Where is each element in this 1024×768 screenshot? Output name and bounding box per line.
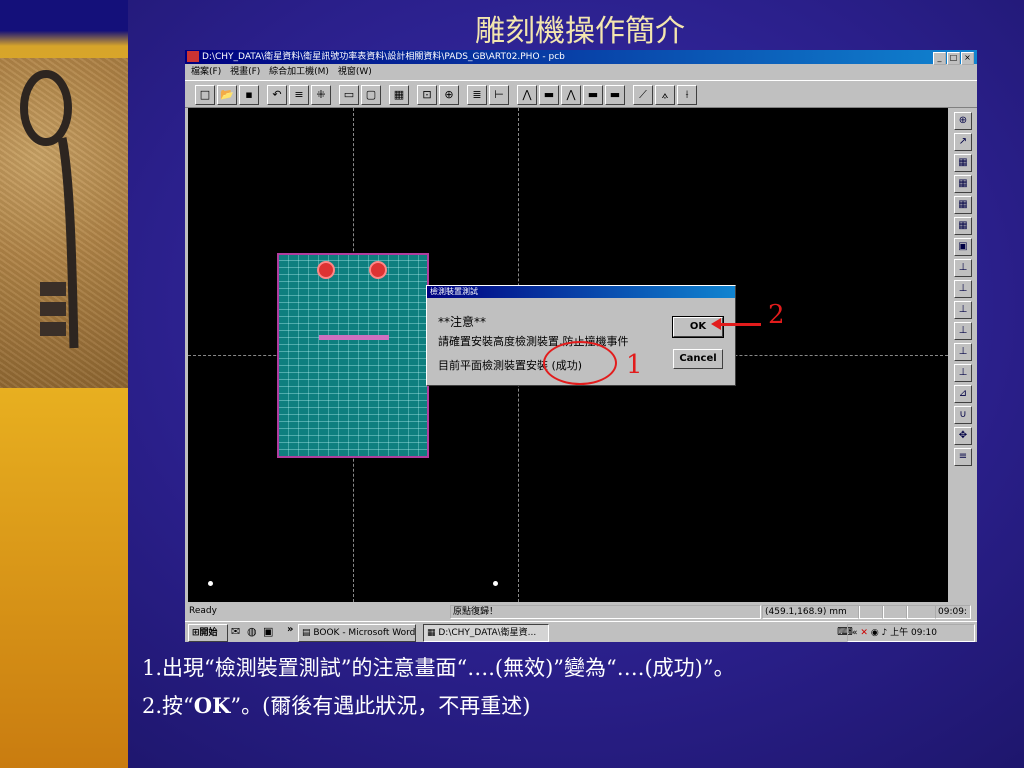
caption-line-1: 1.出現“檢測裝置測試”的注意畫面“….(無效)”變為“….(成功)”。 (142, 656, 735, 680)
magnet-icon[interactable]: ∪ (954, 406, 972, 424)
toolbar: □ 📂 ▪ ↶ ≡ ⁜ ▭ ▢ ▦ ⊡ ⊕ ≣ ⊢ ⋀ ▬ ⋀ ▬ ▬ ⟋ ⟑ ⟊ (185, 80, 977, 108)
zoom-icon[interactable]: ⊡ (417, 85, 437, 105)
table-icon[interactable]: ▦ (389, 85, 409, 105)
caption-line-2-suffix: ”。(爾後有遇此狀況，不再重述) (230, 694, 531, 718)
app-icon (187, 51, 199, 62)
pcb-pad (317, 261, 335, 279)
menu-bar: 檔案(F) 視畫(F) 綜合加工機(M) 視窗(W) (185, 65, 977, 79)
caption-line-2-prefix: 2.按“ (142, 694, 194, 718)
status-bar: Ready 原點復歸！ (459.1,168.9) mm 09:09: (185, 603, 977, 619)
layers-icon[interactable]: ≡ (289, 85, 309, 105)
key-photo (0, 58, 128, 388)
tray-expand-arrow[interactable]: « (852, 628, 858, 638)
probe4-icon[interactable]: ⊥ (954, 322, 972, 340)
align-icon[interactable]: ⊢ (489, 85, 509, 105)
tray-clock: 上午 09:10 (890, 628, 937, 638)
drill3-icon[interactable]: ⋀ (561, 85, 581, 105)
taskbar: ⊞開始 ✉ ◍ ▣ » ▤ BOOK - Microsoft Word ▦ D:… (185, 621, 977, 643)
dialog-notice: **注意** (438, 315, 487, 329)
tool-a-icon[interactable]: ⟋ (633, 85, 653, 105)
layer4-icon[interactable]: ▦ (954, 217, 972, 235)
caption-line-2: 2.按“OK”。(爾後有遇此狀況，不再重述) (142, 690, 530, 720)
color-icon[interactable]: ≣ (467, 85, 487, 105)
undo-icon[interactable]: ↶ (267, 85, 287, 105)
origin-marker (208, 581, 213, 586)
open-folder-icon[interactable]: 📂 (217, 85, 237, 105)
probe3-icon[interactable]: ⊥ (954, 301, 972, 319)
save-icon[interactable]: ▪ (239, 85, 259, 105)
drill1-icon[interactable]: ⋀ (517, 85, 537, 105)
caption-ok-bold: OK (193, 693, 231, 718)
app-title: D:\CHY_DATA\衛星資料\衛星訊號功率表資料\設計相關資料\PADS_G… (202, 52, 565, 62)
menu-machine[interactable]: 綜合加工機(M) (269, 67, 329, 77)
status-cell (882, 605, 908, 619)
drill5-icon[interactable]: ▬ (605, 85, 625, 105)
probe5-icon[interactable]: ⊥ (954, 343, 972, 361)
slide-title: 雕刻機操作簡介 (475, 14, 685, 49)
limit-marker (493, 581, 498, 586)
settings-icon[interactable]: ≡ (954, 448, 972, 466)
dialog-title: 檢測裝置測試 (427, 286, 735, 298)
tray-app-icon[interactable]: ◉ (871, 628, 879, 638)
annotation-label-1: 1 (626, 350, 643, 380)
quicklaunch-ie-icon[interactable]: ◍ (247, 625, 257, 638)
start-button[interactable]: ⊞開始 (188, 624, 228, 642)
task-pcb-label: D:\CHY_DATA\衛星資... (438, 628, 537, 638)
status-cell (858, 605, 884, 619)
task-word-label: BOOK - Microsoft Word (313, 628, 416, 638)
menu-view[interactable]: 視畫(F) (230, 67, 260, 77)
word-icon: ▤ (302, 628, 314, 638)
probe6-icon[interactable]: ⊥ (954, 364, 972, 382)
layer1-icon[interactable]: ▦ (954, 154, 972, 172)
ruler-icon[interactable]: ⊿ (954, 385, 972, 403)
quicklaunch-outlook-icon[interactable]: ✉ (231, 625, 240, 638)
new-file-icon[interactable]: □ (195, 85, 215, 105)
status-cell (906, 605, 936, 619)
task-pcb-app[interactable]: ▦ D:\CHY_DATA\衛星資... (423, 624, 549, 642)
drill4-icon[interactable]: ▬ (583, 85, 603, 105)
layer2-icon[interactable]: ▦ (954, 175, 972, 193)
quicklaunch-more[interactable]: » (287, 624, 293, 635)
move-icon[interactable]: ✥ (954, 427, 972, 445)
annotation-arrow (711, 318, 761, 330)
tray-volume-icon[interactable]: ♪ (882, 628, 888, 638)
layer3-icon[interactable]: ▦ (954, 196, 972, 214)
app-titlebar[interactable]: D:\CHY_DATA\衛星資料\衛星訊號功率表資料\設計相關資料\PADS_G… (185, 50, 977, 65)
start-label: 開始 (199, 628, 218, 638)
chip-icon[interactable]: ▣ (954, 238, 972, 256)
drill2-icon[interactable]: ▬ (539, 85, 559, 105)
pcb-app-icon: ▦ (427, 628, 439, 638)
tray-network-icon[interactable]: ✕ (860, 628, 868, 638)
home-icon[interactable]: ⊕ (954, 112, 972, 130)
pcb-pad (369, 261, 387, 279)
tool-c-icon[interactable]: ⟊ (677, 85, 697, 105)
export-icon[interactable]: ↗ (954, 133, 972, 151)
close-button[interactable]: × (961, 52, 974, 65)
maximize-button[interactable]: □ (947, 52, 960, 65)
probe1-icon[interactable]: ⊥ (954, 259, 972, 277)
status-ready: Ready (189, 606, 217, 616)
status-message: 原點復歸！ (450, 605, 761, 619)
grid-icon[interactable]: ⁜ (311, 85, 331, 105)
probe2-icon[interactable]: ⊥ (954, 280, 972, 298)
rect-icon[interactable]: ▭ (339, 85, 359, 105)
zoom-in-icon[interactable]: ⊕ (439, 85, 459, 105)
frame-icon[interactable]: ▢ (361, 85, 381, 105)
task-word[interactable]: ▤ BOOK - Microsoft Word (298, 624, 416, 642)
windows-logo-icon: ⊞ (192, 628, 200, 638)
status-coords: (459.1,168.9) mm (762, 605, 860, 619)
status-time: 09:09: (935, 605, 971, 619)
quicklaunch-desktop-icon[interactable]: ▣ (263, 625, 273, 638)
cancel-button[interactable]: Cancel (673, 349, 723, 369)
menu-window[interactable]: 視窗(W) (338, 67, 372, 77)
pcb-board-preview (277, 253, 429, 458)
menu-file[interactable]: 檔案(F) (191, 67, 221, 77)
annotation-label-2: 2 (768, 300, 785, 330)
right-toolbar: ⊕ ↗ ▦ ▦ ▦ ▦ ▣ ⊥ ⊥ ⊥ ⊥ ⊥ ⊥ ⊿ ∪ ✥ ≡ (952, 108, 974, 602)
system-tray: « ✕ ◉ ♪ 上午 09:10 (847, 624, 975, 642)
tool-b-icon[interactable]: ⟑ (655, 85, 675, 105)
minimize-button[interactable]: _ (933, 52, 946, 65)
annotation-circle (543, 341, 617, 385)
